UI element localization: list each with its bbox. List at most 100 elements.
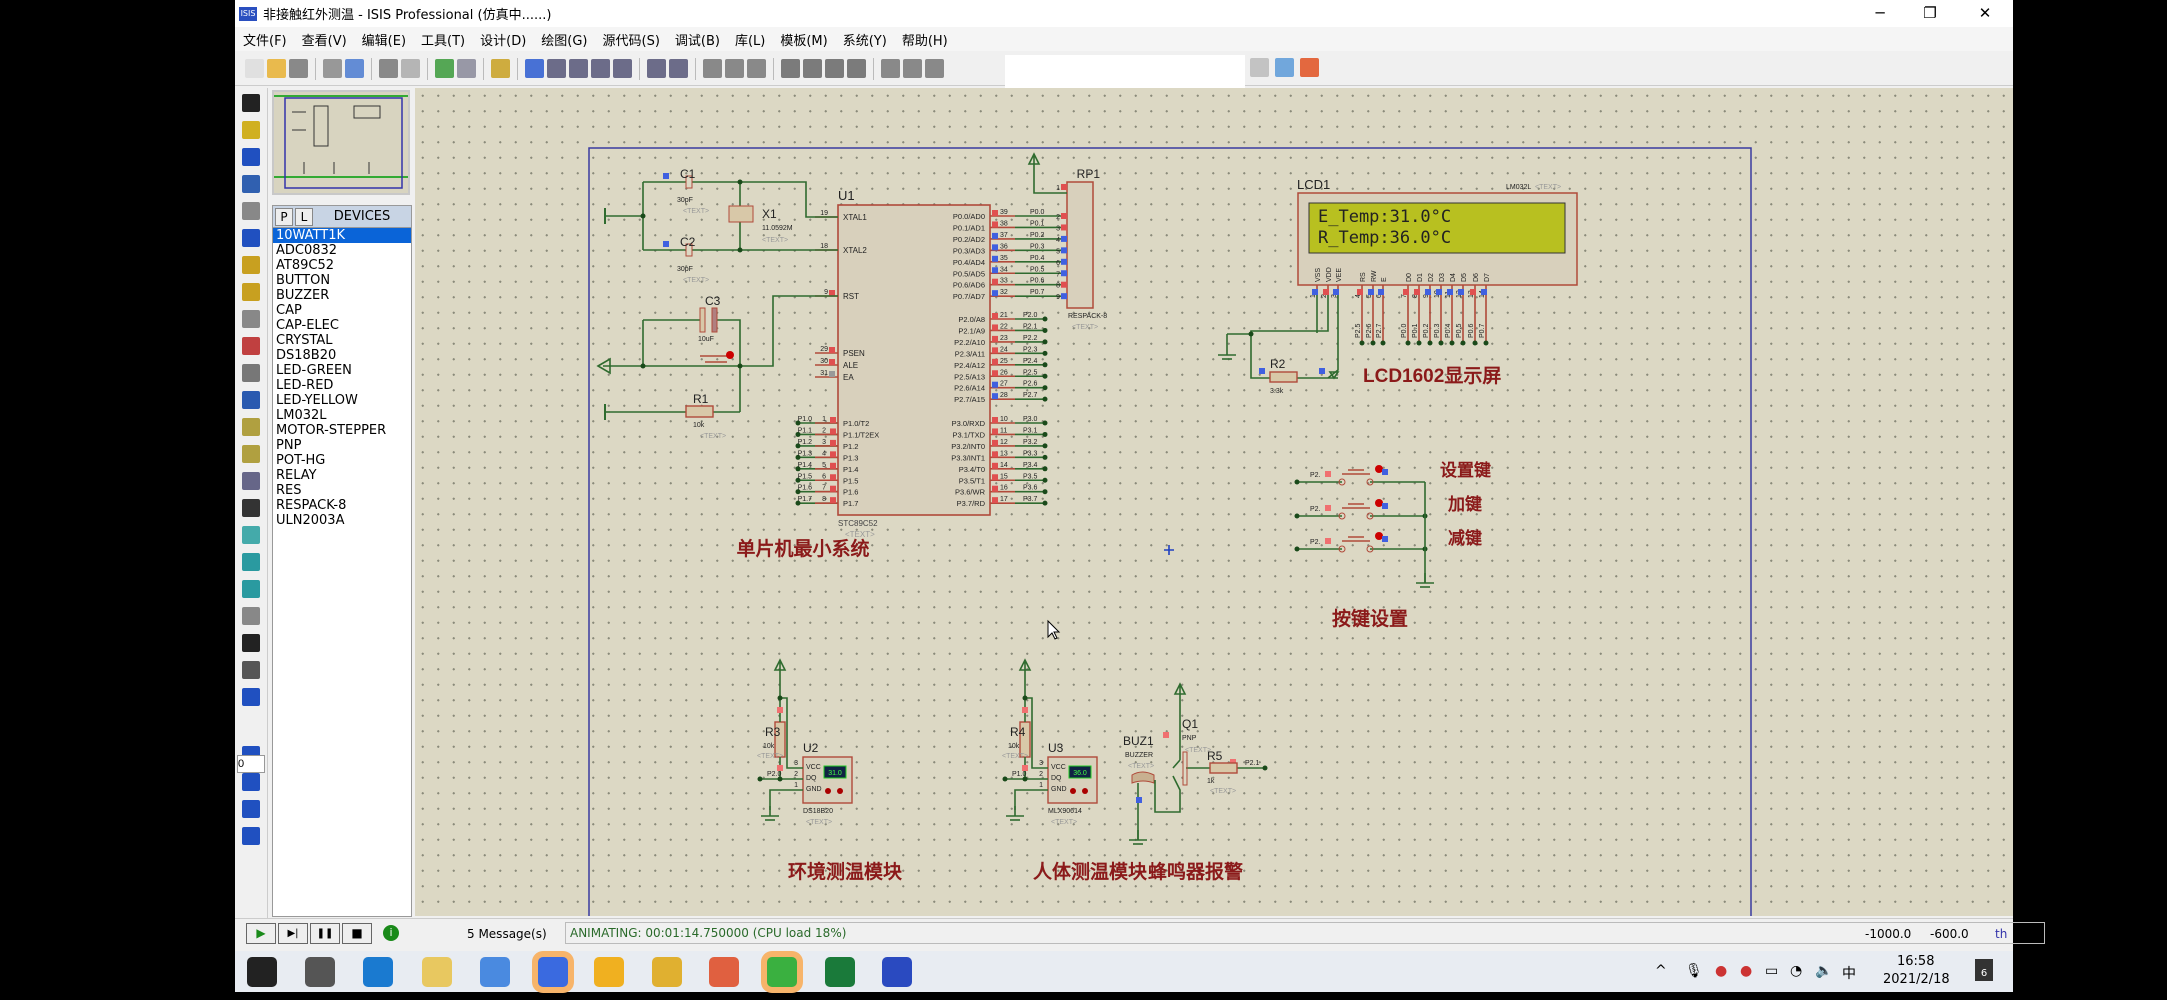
microphone-icon[interactable]: 🎙 [1685, 963, 1703, 979]
search-icon[interactable] [305, 957, 335, 987]
close-button[interactable]: ✕ [1960, 0, 2010, 27]
refresh-icon[interactable] [435, 59, 454, 78]
grid-icon[interactable] [457, 59, 476, 78]
block-delete-icon[interactable] [847, 59, 866, 78]
wechat-icon[interactable] [767, 957, 797, 987]
menu-item[interactable]: 库(L) [735, 30, 765, 49]
menu-item[interactable]: 编辑(E) [362, 30, 406, 49]
device-list-item[interactable]: CAP-ELEC [273, 318, 411, 333]
device-list-item[interactable]: LED-YELLOW [273, 393, 411, 408]
app-q-icon[interactable] [538, 957, 568, 987]
zoom-out-icon[interactable] [569, 59, 588, 78]
block-move-icon[interactable] [803, 59, 822, 78]
make-device-icon[interactable] [903, 59, 922, 78]
device-pin-icon[interactable] [242, 310, 260, 328]
subcircuit-icon[interactable] [242, 256, 260, 274]
generator-icon[interactable] [242, 391, 260, 409]
schematic-canvas[interactable]: U1 STC89C52 <TEXT> 19 XTAL1 18 XTAL2 9 RST 29 PSEN… [415, 88, 2013, 916]
device-list-item[interactable]: ULN2003A [273, 513, 411, 528]
file-explorer-icon[interactable] [652, 957, 682, 987]
edge-icon[interactable] [363, 957, 393, 987]
box-icon[interactable] [242, 526, 260, 544]
rotation-input[interactable] [237, 755, 265, 773]
device-list-item[interactable]: BUZZER [273, 288, 411, 303]
device-list-item[interactable]: CRYSTAL [273, 333, 411, 348]
package-icon[interactable] [925, 59, 944, 78]
virtual-instrument-icon[interactable] [242, 472, 260, 490]
symbol-icon[interactable] [242, 661, 260, 679]
pan-icon[interactable] [525, 59, 544, 78]
device-list-item[interactable]: BUTTON [273, 273, 411, 288]
save-icon[interactable] [289, 59, 308, 78]
qq-icon[interactable]: ● [1715, 963, 1727, 979]
device-list-item[interactable]: MOTOR-STEPPER [273, 423, 411, 438]
text-script-icon[interactable] [242, 202, 260, 220]
menu-item[interactable]: 帮助(H) [902, 30, 948, 49]
menu-item[interactable]: 系统(Y) [843, 30, 887, 49]
new-icon[interactable] [245, 59, 264, 78]
netlist-icon[interactable] [1250, 58, 1269, 77]
cut-icon[interactable] [703, 59, 722, 78]
menu-item[interactable]: 设计(D) [480, 30, 526, 49]
voltage-probe-icon[interactable] [242, 418, 260, 436]
terminal-icon[interactable] [242, 283, 260, 301]
step-button[interactable]: ▶| [278, 923, 308, 944]
device-list-item[interactable]: POT-HG [273, 453, 411, 468]
volume-icon[interactable]: 🔈 [1815, 963, 1832, 979]
app-office-icon[interactable] [709, 957, 739, 987]
select-icon[interactable] [242, 94, 260, 112]
wifi-icon[interactable]: ◔ [1790, 963, 1802, 979]
device-list-item[interactable]: 10WATT1K [273, 228, 411, 243]
arc-icon[interactable] [242, 580, 260, 598]
menu-item[interactable]: 查看(V) [302, 30, 347, 49]
export-icon[interactable] [345, 59, 364, 78]
device-list-item[interactable]: DS18B20 [273, 348, 411, 363]
undo-icon[interactable] [647, 59, 666, 78]
text-icon[interactable] [242, 634, 260, 652]
maximize-button[interactable]: ❐ [1905, 0, 1955, 27]
copy-icon[interactable] [725, 59, 744, 78]
device-list-item[interactable]: RESPACK-8 [273, 498, 411, 513]
graph-icon[interactable] [242, 337, 260, 355]
menu-item[interactable]: 绘图(G) [541, 30, 587, 49]
flip-v-icon[interactable] [242, 827, 260, 845]
library-manager-button[interactable]: L [295, 207, 313, 226]
open-icon[interactable] [267, 59, 286, 78]
isis-icon[interactable] [882, 957, 912, 987]
device-list-item[interactable]: LM032L [273, 408, 411, 423]
device-list-item[interactable]: LED-GREEN [273, 363, 411, 378]
baidu-netdisk-icon[interactable] [480, 957, 510, 987]
line-icon[interactable] [242, 499, 260, 517]
clock-time[interactable]: 16:58 [1897, 954, 1934, 969]
device-list-item[interactable]: CAP [273, 303, 411, 318]
device-list-item[interactable]: PNP [273, 438, 411, 453]
redo-icon[interactable] [669, 59, 688, 78]
pick-devices-button[interactable]: P [275, 207, 293, 226]
block-copy-icon[interactable] [781, 59, 800, 78]
menu-item[interactable]: 工具(T) [421, 30, 465, 49]
menu-item[interactable]: 源代码(S) [603, 30, 660, 49]
qq2-icon[interactable]: ● [1740, 963, 1752, 979]
zoom-in-icon[interactable] [547, 59, 566, 78]
app-star-icon[interactable] [422, 957, 452, 987]
zoom-area-icon[interactable] [613, 59, 632, 78]
start-icon[interactable] [247, 957, 277, 987]
battery-icon[interactable]: ▭ [1765, 963, 1778, 979]
messages-count[interactable]: 5 Message(s) [467, 927, 547, 941]
component-icon[interactable] [242, 121, 260, 139]
pause-button[interactable]: ❚❚ [310, 923, 340, 944]
circle-icon[interactable] [242, 553, 260, 571]
path-icon[interactable] [242, 607, 260, 625]
bus-icon[interactable] [242, 229, 260, 247]
device-list-item[interactable]: ADC0832 [273, 243, 411, 258]
ares-icon[interactable] [1300, 58, 1319, 77]
origin-icon[interactable] [491, 59, 510, 78]
menu-item[interactable]: 模板(M) [780, 30, 827, 49]
print-area-icon[interactable] [401, 59, 420, 78]
zoom-all-icon[interactable] [591, 59, 610, 78]
device-list-item[interactable]: AT89C52 [273, 258, 411, 273]
notification-center-icon[interactable]: 6 [1975, 959, 1993, 981]
pick-device-icon[interactable] [881, 59, 900, 78]
menu-item[interactable]: 文件(F) [243, 30, 287, 49]
play-button[interactable]: ▶ [246, 923, 276, 944]
